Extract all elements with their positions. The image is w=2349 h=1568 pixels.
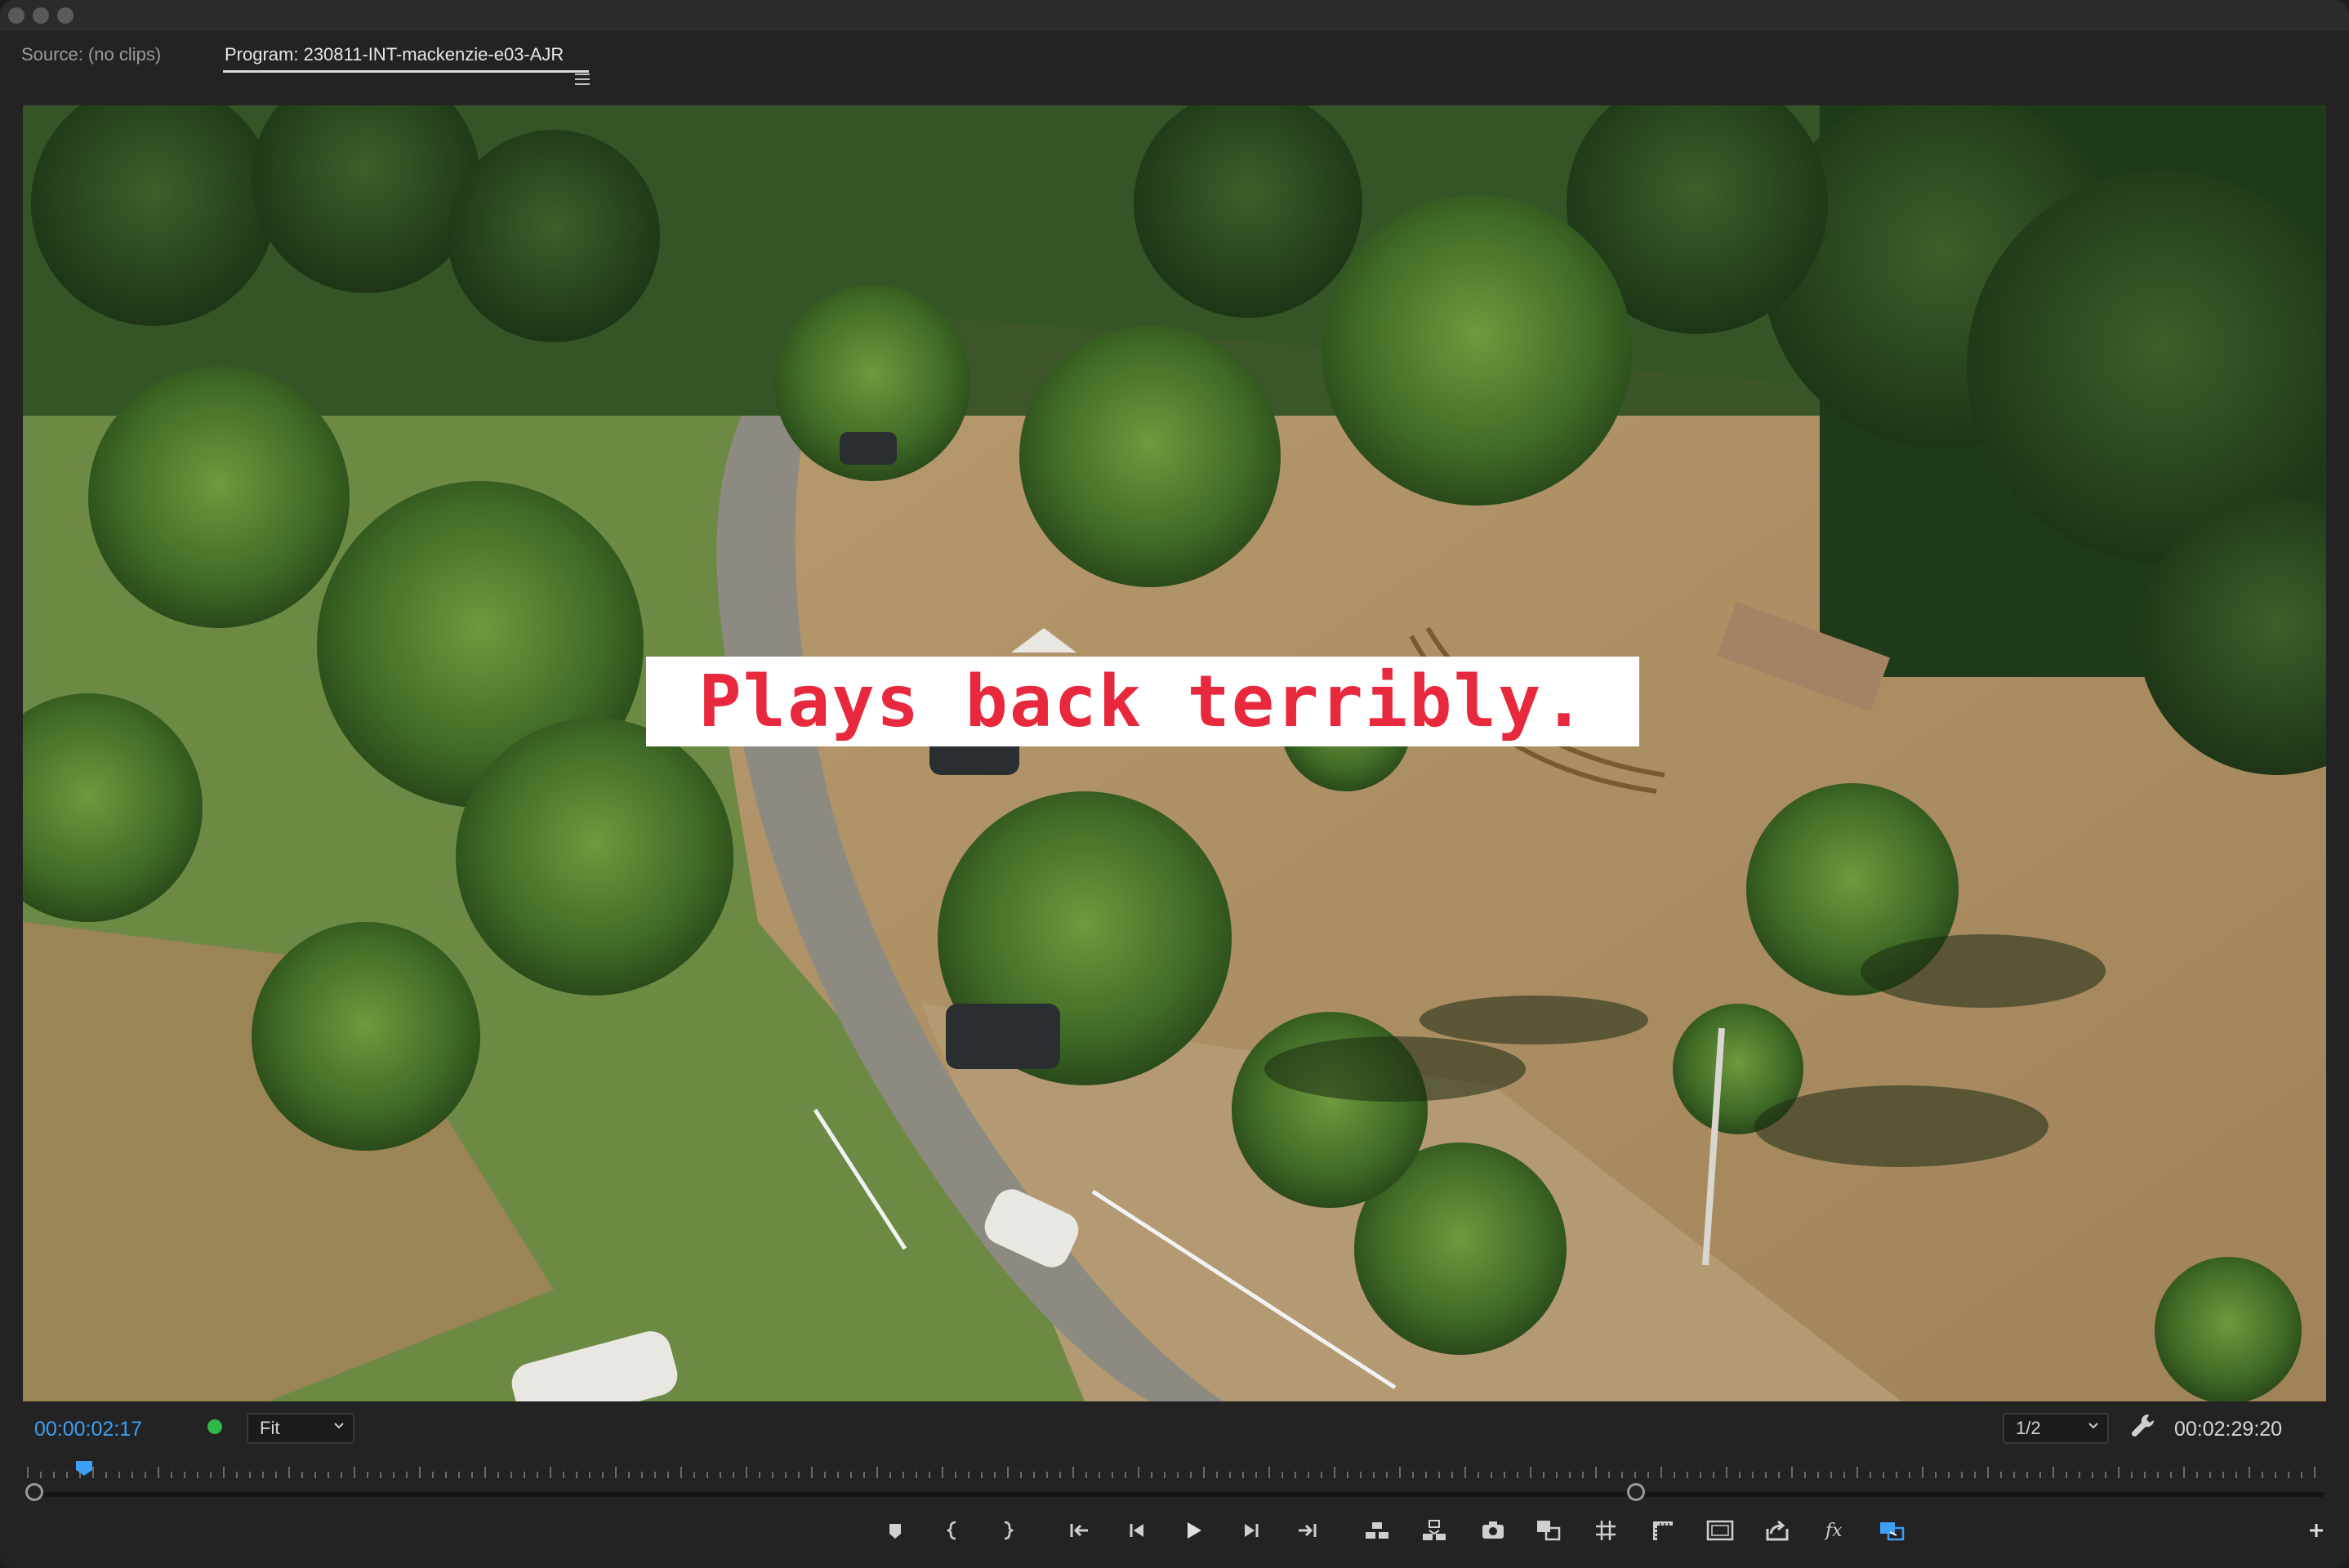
lift-button[interactable] <box>1361 1514 1393 1547</box>
vr-video-button[interactable] <box>1875 1514 1908 1547</box>
current-timecode[interactable]: 00:00:02:17 <box>34 1418 142 1441</box>
step-forward-button[interactable] <box>1235 1514 1268 1547</box>
export-icon <box>1766 1520 1789 1541</box>
button-editor-button[interactable] <box>2300 1514 2333 1547</box>
mark-in-button[interactable] <box>938 1514 970 1547</box>
chevron-down-icon <box>2088 1423 2098 1429</box>
plus-icon <box>2310 1524 2323 1537</box>
program-video-frame[interactable]: Plays back terribly. <box>23 105 2326 1401</box>
duration-timecode: 00:02:29:20 <box>2174 1418 2283 1441</box>
monitor-controls: 00:00:02:17 Fit 1/2 00:02:29:20 fx <box>0 1401 2349 1568</box>
minimize-window-button[interactable] <box>33 7 49 24</box>
mark-in-icon <box>946 1521 956 1540</box>
zoom-window-button[interactable] <box>57 7 74 24</box>
zoom-scroll-bar[interactable] <box>29 1492 2324 1497</box>
zoom-level-dropdown[interactable]: Fit <box>247 1413 354 1444</box>
playhead-icon[interactable] <box>75 1460 93 1477</box>
safe-margins-button[interactable] <box>1589 1514 1622 1547</box>
overlays-button[interactable] <box>1704 1514 1736 1547</box>
aerial-campground-image <box>23 105 2326 1401</box>
playback-resolution-dropdown[interactable]: 1/2 <box>2003 1413 2109 1444</box>
scroll-bar-right-handle[interactable] <box>1627 1483 1645 1501</box>
safe-margins-icon <box>1596 1521 1616 1540</box>
wrench-icon[interactable] <box>2128 1411 2158 1441</box>
caption-text: Plays back terribly. <box>698 660 1587 743</box>
go-to-in-button[interactable] <box>1063 1514 1096 1547</box>
go-to-out-button[interactable] <box>1290 1514 1323 1547</box>
fx-icon: fx <box>1824 1521 1843 1541</box>
go-to-in-icon <box>1070 1524 1088 1537</box>
play-button[interactable] <box>1177 1514 1210 1547</box>
overlays-icon <box>1706 1520 1734 1541</box>
step-back-button[interactable] <box>1121 1514 1153 1547</box>
add-marker-button[interactable] <box>879 1514 912 1547</box>
chevron-down-icon <box>334 1423 344 1429</box>
title-bar <box>0 0 2349 31</box>
rulers-icon <box>1653 1521 1673 1540</box>
svg-text:fx: fx <box>1824 1521 1843 1541</box>
vr-video-icon <box>1880 1522 1905 1541</box>
tab-program-monitor[interactable]: Program: 230811-INT-mackenzie-e03-AJR <box>225 44 564 65</box>
close-window-button[interactable] <box>8 7 25 24</box>
lift-icon <box>1366 1522 1388 1539</box>
rulers-button[interactable] <box>1647 1514 1679 1547</box>
time-ruler[interactable] <box>25 1463 2324 1480</box>
mark-out-icon <box>1004 1521 1014 1540</box>
tab-source-monitor[interactable]: Source: (no clips) <box>21 44 161 65</box>
camera-icon <box>1482 1521 1504 1539</box>
export-frame-button[interactable] <box>1477 1514 1509 1547</box>
marker-icon <box>889 1524 901 1539</box>
playback-resolution-value: 1/2 <box>2016 1418 2041 1438</box>
toggle-effects-button[interactable]: fx <box>1818 1514 1851 1547</box>
step-back-icon <box>1130 1524 1143 1537</box>
step-forward-icon <box>1245 1524 1259 1537</box>
comparison-view-button[interactable] <box>1532 1514 1565 1547</box>
comparison-view-icon <box>1537 1521 1561 1541</box>
extract-icon <box>1423 1520 1446 1540</box>
active-tab-indicator <box>223 70 589 73</box>
go-to-out-icon <box>1299 1524 1317 1537</box>
extract-button[interactable] <box>1418 1514 1451 1547</box>
export-button[interactable] <box>1761 1514 1794 1547</box>
caption-overlay: Plays back terribly. <box>646 657 1639 746</box>
program-monitor-window: Source: (no clips) Program: 230811-INT-m… <box>0 0 2349 1568</box>
hamburger-menu-icon[interactable] <box>575 74 590 87</box>
zoom-level-value: Fit <box>260 1418 280 1438</box>
status-dot-icon <box>207 1419 222 1434</box>
scroll-bar-left-handle[interactable] <box>25 1483 43 1501</box>
play-icon <box>1188 1522 1201 1539</box>
mark-out-button[interactable] <box>990 1514 1023 1547</box>
